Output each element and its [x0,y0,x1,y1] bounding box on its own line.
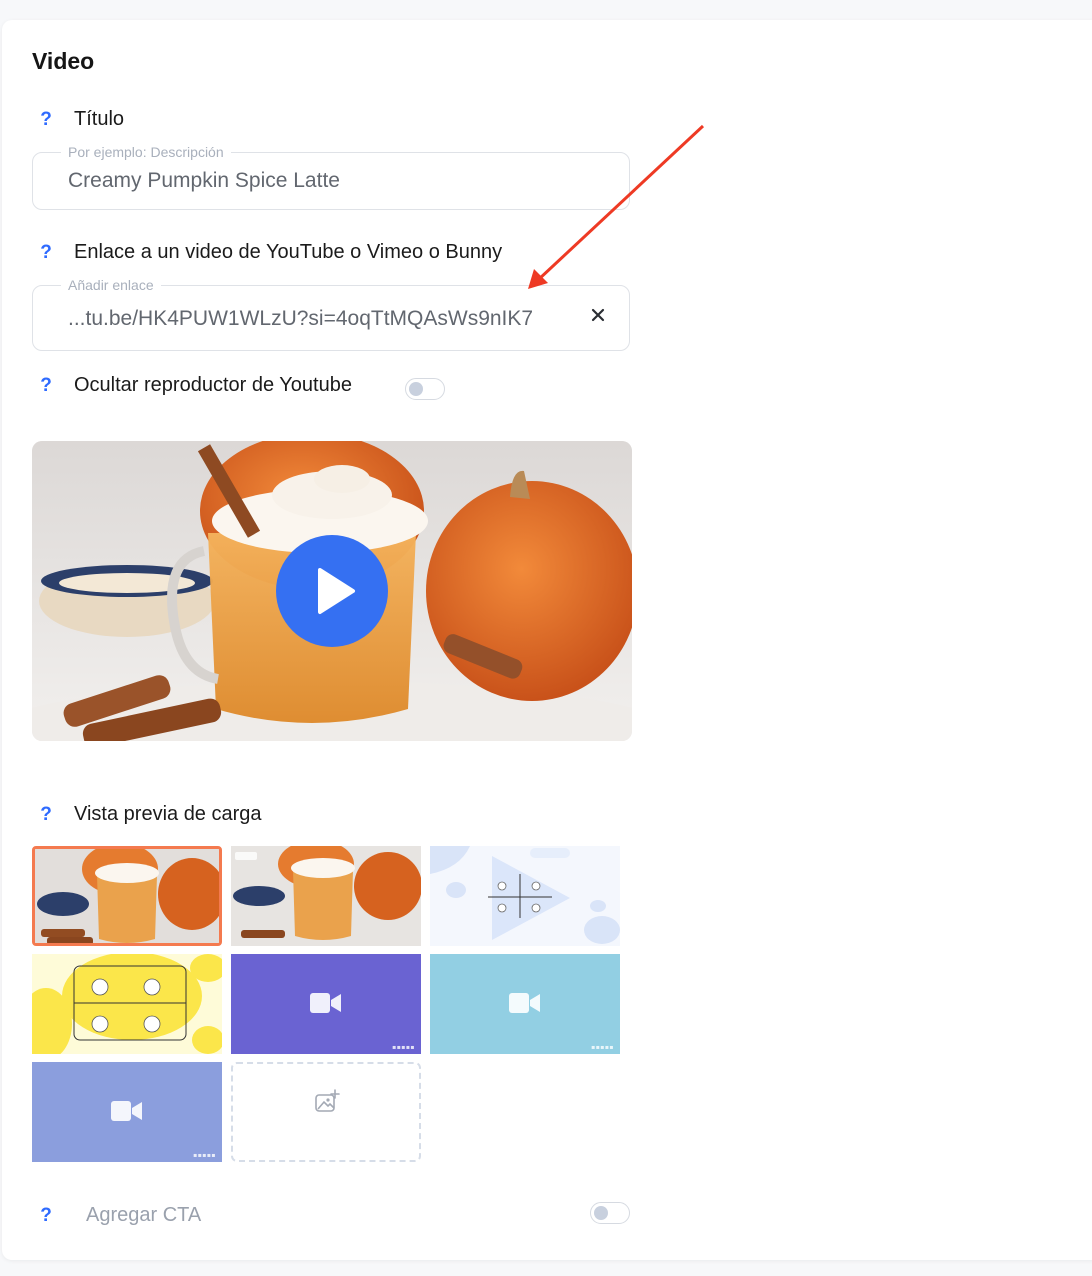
link-value[interactable]: ...tu.be/HK4PUW1WLzU?si=4oqTtMQAsWs9nIK7 [68,307,533,331]
thumbnail-photo[interactable] [32,846,222,946]
thumbnail-image [35,849,219,943]
hide-player-row: ? Ocultar reproductor de Youtube [32,374,352,397]
link-help-icon[interactable]: ? [32,242,60,264]
thumbnail-video-purple[interactable]: ▪▪▪▪▪ [231,954,421,1054]
preview-help-icon[interactable]: ? [32,804,60,826]
brand-mark: ▪▪▪▪▪ [193,1152,216,1159]
annotation-arrow [528,124,705,289]
link-label: Enlace a un video de YouTube o Vimeo o B… [74,241,503,263]
thumbnail-image [231,846,421,946]
video-camera-icon [310,993,341,1013]
thumbnail-yellow-pattern[interactable] [32,954,222,1054]
hide-player-toggle[interactable] [405,378,445,400]
title-label: Título [74,108,125,130]
cta-help-icon[interactable]: ? [32,1205,60,1227]
thumbnail-video-periwinkle[interactable]: ▪▪▪▪▪ [32,1062,222,1162]
add-thumbnail-button[interactable] [231,1062,421,1162]
video-preview[interactable] [32,441,632,741]
add-image-icon [315,1089,340,1112]
brand-mark: ▪▪▪▪▪ [591,1044,614,1051]
thumbnail-image [430,846,620,946]
video-camera-icon [509,993,540,1013]
hide-player-help-icon[interactable]: ? [32,375,60,397]
toggle-knob [594,1206,608,1220]
title-help-icon[interactable]: ? [32,109,60,131]
link-placeholder: Añadir enlace [61,275,161,295]
close-icon[interactable] [587,304,609,326]
cta-row: ? Agregar CTA [32,1204,201,1227]
thumbnail-image [32,954,222,1054]
toggle-knob [409,382,423,396]
thumbnail-photo-text[interactable] [231,846,421,946]
thumbnail-blue-pattern[interactable] [430,846,620,946]
section-title: Video [32,48,95,74]
thumbnail-video-cyan[interactable]: ▪▪▪▪▪ [430,954,620,1054]
cta-label: Agregar CTA [86,1204,202,1226]
cta-toggle[interactable] [590,1202,630,1224]
video-camera-icon [111,1101,142,1121]
link-field-row: ? Enlace a un video de YouTube o Vimeo o… [32,241,502,264]
hide-player-label: Ocultar reproductor de Youtube [74,374,352,396]
play-icon [318,568,355,614]
title-placeholder: Por ejemplo: Descripción [61,142,231,162]
preview-row: ? Vista previa de carga [32,803,262,826]
preview-label: Vista previa de carga [74,803,262,825]
play-button[interactable] [276,535,388,647]
title-field-row: ? Título [32,108,124,131]
brand-mark: ▪▪▪▪▪ [392,1044,415,1051]
title-value[interactable]: Creamy Pumpkin Spice Latte [68,169,340,193]
